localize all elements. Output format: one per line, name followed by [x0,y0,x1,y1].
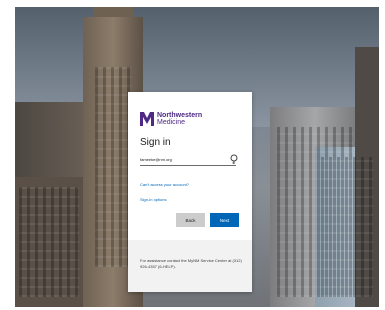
page-title: Sign in [140,137,171,148]
back-button[interactable]: Back [176,213,205,227]
assistance-text: For assistance contact the MyNM Service … [140,258,242,269]
key-icon[interactable] [229,154,239,164]
nm-logo-icon [140,112,154,126]
next-button[interactable]: Next [210,213,239,227]
signin-card: Northwestern Medicine Sign in Can't acce… [128,92,252,292]
brand-name: Northwestern [157,112,203,119]
brand-subname: Medicine [157,119,186,126]
windows [95,67,131,267]
cant-access-link[interactable]: Can't access your account? [140,182,189,187]
assistance-footer: For assistance contact the MyNM Service … [128,240,252,292]
brand-logo: Northwestern Medicine [140,112,202,126]
windows [321,157,373,297]
windows [19,187,79,297]
email-field[interactable] [140,153,236,166]
signin-options-link[interactable]: Sign-in options [140,197,166,202]
